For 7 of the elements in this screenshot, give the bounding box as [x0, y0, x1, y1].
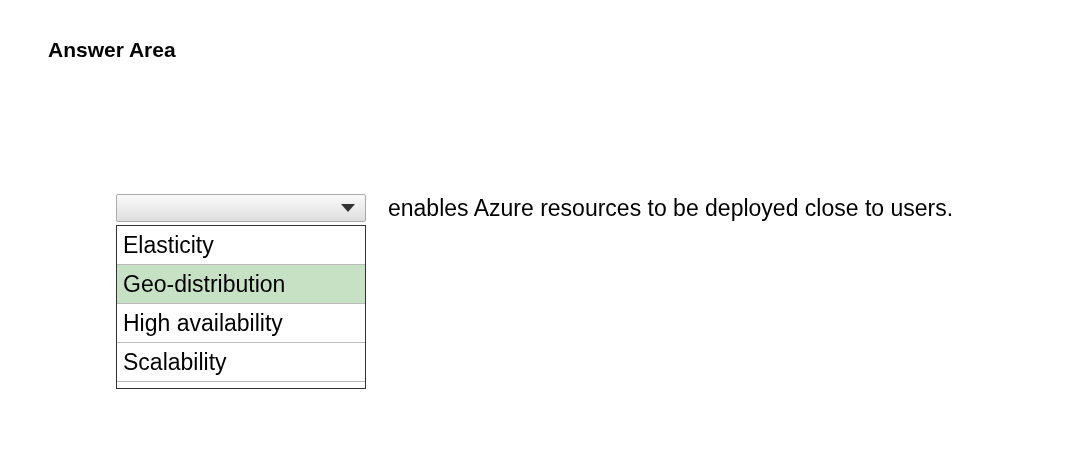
answer-area-title: Answer Area: [48, 38, 176, 62]
caret-icon: [341, 204, 355, 212]
dropdown-option[interactable]: Geo-distribution: [117, 265, 365, 304]
dropdown[interactable]: [116, 194, 366, 222]
dropdown-option[interactable]: Scalability: [117, 343, 365, 382]
sentence: enables Azure resources to be deployed close to users.: [388, 195, 954, 222]
dropdown-option[interactable]: High availability: [117, 304, 365, 343]
